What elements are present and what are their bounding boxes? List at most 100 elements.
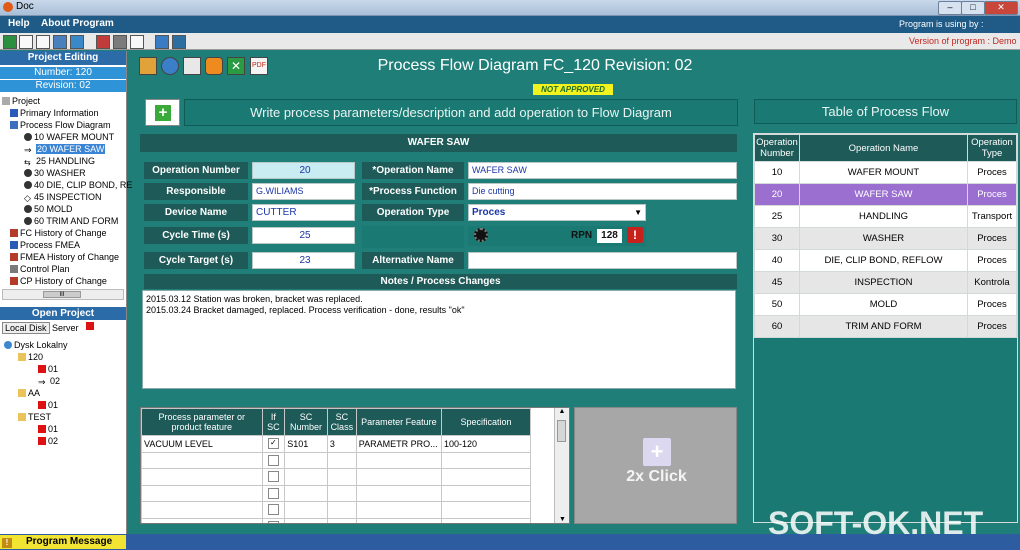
table-row[interactable]: 50 MOLD Proces — [754, 293, 1017, 316]
table-row-selected[interactable]: 20 WAFER SAW Proces — [754, 183, 1017, 206]
edit-icon[interactable] — [139, 57, 157, 75]
cycle-field[interactable]: 25 — [252, 227, 355, 244]
tree-item[interactable]: Primary Information — [2, 107, 125, 119]
window-icon[interactable] — [155, 35, 169, 49]
flow-table: Operation Number Operation Name Operatio… — [754, 134, 1017, 338]
disk-item[interactable]: 02 — [4, 435, 124, 447]
report-icon[interactable] — [96, 35, 110, 49]
scroll-thumb[interactable] — [557, 420, 566, 442]
excel-icon[interactable]: ✕ — [227, 57, 245, 75]
table-view-icon[interactable] — [183, 57, 201, 75]
tree-scrollbar[interactable]: III — [2, 289, 124, 300]
tree-item[interactable]: 40 DIE, CLIP BOND, RE — [2, 179, 132, 191]
table-row[interactable] — [141, 451, 532, 469]
op-number-field[interactable]: 20 — [252, 162, 355, 179]
gear-icon[interactable] — [474, 228, 488, 242]
param-col-header: SC Number — [284, 408, 328, 436]
sc-checkbox[interactable] — [267, 520, 279, 523]
lock-icon — [38, 425, 46, 433]
disk-item[interactable]: 120 — [4, 351, 124, 363]
add-parameter-button[interactable]: + 2x Click — [574, 407, 737, 524]
toolbar: Version of program : Demo — [0, 33, 1020, 50]
pdf-icon[interactable]: PDF — [250, 57, 268, 75]
disk-item[interactable]: TEST — [4, 411, 124, 423]
tree-item[interactable]: 50 MOLD — [2, 203, 125, 215]
sc-checkbox[interactable] — [267, 487, 279, 499]
disk-item[interactable]: 01 — [4, 423, 124, 435]
tree-item[interactable]: Project — [2, 95, 125, 107]
notes-textarea[interactable]: 2015.03.12 Station was broken, bracket w… — [142, 290, 736, 389]
disk-item[interactable]: ⇒ 02 — [4, 375, 124, 387]
scroll-up-icon[interactable]: ▲ — [555, 408, 569, 415]
menu-help[interactable]: Help — [8, 18, 30, 29]
device-field[interactable]: CUTTER — [252, 204, 355, 221]
print-icon[interactable] — [70, 35, 84, 49]
tree-item[interactable]: CP History of Change — [2, 275, 125, 287]
scroll-down-icon[interactable]: ▼ — [555, 516, 569, 523]
print-icon[interactable] — [205, 57, 223, 75]
responsible-field[interactable]: G.WILIAMS — [252, 183, 355, 200]
table-row[interactable]: 45 INSPECTION Kontrola — [754, 271, 1017, 294]
program-message: ! Program Message — [0, 535, 126, 549]
disk-item[interactable]: 01 — [4, 363, 124, 375]
optype-select[interactable]: Proces ▼ — [468, 204, 646, 221]
tree-item[interactable]: Control Plan — [2, 263, 125, 275]
tree-item[interactable]: Process FMEA — [2, 239, 125, 251]
lock-icon — [38, 365, 46, 373]
used-by-text: Program is using by : — [899, 19, 984, 29]
tree-item[interactable]: 60 TRIM AND FORM — [2, 215, 125, 227]
save-icon[interactable] — [36, 35, 50, 49]
function-field[interactable]: Die cutting — [468, 183, 737, 200]
maximize-button[interactable]: □ — [961, 1, 985, 15]
table-row[interactable]: VACUUM LEVEL ✓ S101 3 PARAMETR PRO... 10… — [141, 435, 532, 453]
scroll-thumb[interactable]: III — [43, 291, 81, 298]
close-button[interactable]: ✕ — [984, 1, 1018, 15]
table-row[interactable] — [141, 501, 532, 519]
table-row[interactable]: 10 WAFER MOUNT Proces — [754, 161, 1017, 184]
local-disk-tab[interactable]: Local Disk — [2, 322, 50, 334]
add-operation-button[interactable]: + — [145, 99, 180, 126]
refresh-icon[interactable] — [161, 57, 179, 75]
new-icon[interactable] — [19, 35, 33, 49]
tree-item[interactable]: 10 WAFER MOUNT — [2, 131, 125, 143]
op-name-field[interactable]: WAFER SAW — [468, 162, 737, 179]
param-col-header: If SC — [261, 408, 286, 436]
sc-checkbox[interactable] — [267, 504, 279, 516]
target-field[interactable]: 23 — [252, 252, 355, 269]
layout-icon[interactable] — [172, 35, 186, 49]
check-icon[interactable] — [130, 35, 144, 49]
tree-item-selected[interactable]: ⇒ 20 WAFER SAW — [2, 143, 125, 155]
sc-checkbox[interactable] — [267, 471, 279, 483]
table-row[interactable]: 30 WASHER Proces — [754, 227, 1017, 250]
tree-item[interactable]: FMEA History of Change — [2, 251, 125, 263]
note-line: 2015.03.12 Station was broken, bracket w… — [146, 294, 363, 304]
tree-item[interactable]: ⇆ 25 HANDLING — [2, 155, 125, 167]
disk-item[interactable]: 01 — [4, 399, 124, 411]
open-icon[interactable] — [53, 35, 67, 49]
warning-icon: ! — [2, 538, 12, 548]
table-row[interactable] — [141, 517, 532, 523]
disk-item[interactable]: Dysk Lokalny — [4, 339, 124, 351]
server-tab[interactable]: Server — [52, 323, 79, 333]
param-col-header: Specification — [440, 408, 532, 436]
menu-about[interactable]: About Program — [41, 18, 114, 29]
alt-field[interactable] — [468, 252, 737, 269]
minimize-button[interactable]: – — [938, 1, 962, 15]
table-row[interactable]: 40 DIE, CLIP BOND, REFLOW Proces — [754, 249, 1017, 272]
tree-item[interactable]: FC History of Change — [2, 227, 125, 239]
warning-icon[interactable]: ! — [627, 227, 643, 243]
tree-item[interactable]: Process Flow Diagram — [2, 119, 125, 131]
table-row[interactable]: 60 TRIM AND FORM Proces — [754, 315, 1017, 338]
back-icon[interactable] — [3, 35, 17, 49]
sc-checkbox[interactable]: ✓ — [267, 438, 279, 450]
tree-item[interactable]: 30 WASHER — [2, 167, 125, 179]
tree-item[interactable]: ◇ 45 INSPECTION — [2, 191, 125, 203]
window-title-bar: Doc – □ ✕ — [0, 0, 1020, 16]
table-row[interactable] — [141, 484, 532, 502]
param-scrollbar[interactable]: ▲ ▼ — [554, 408, 569, 523]
disk-item[interactable]: AA — [4, 387, 124, 399]
export-icon[interactable] — [113, 35, 127, 49]
table-row[interactable]: 25 HANDLING Transport — [754, 205, 1017, 228]
sc-checkbox[interactable] — [267, 454, 279, 466]
table-row[interactable] — [141, 468, 532, 486]
